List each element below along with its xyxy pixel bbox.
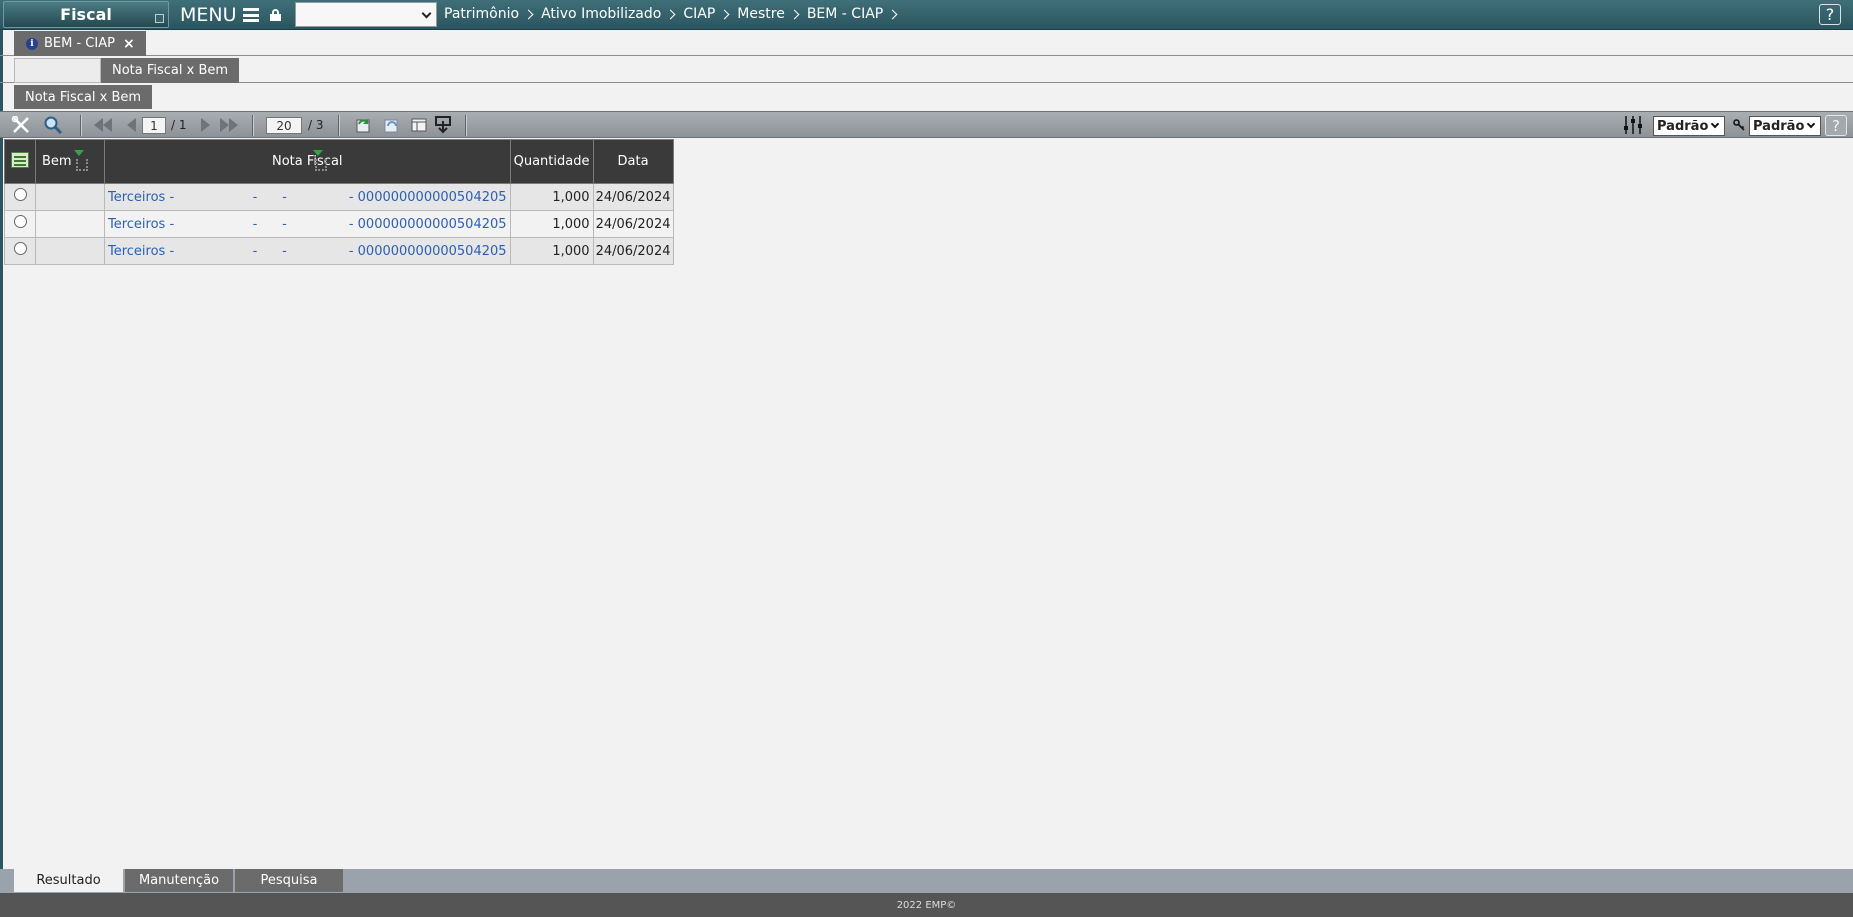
breadcrumb-item[interactable]: Patrimônio: [444, 6, 541, 22]
filter-select[interactable]: Padrão: [1749, 116, 1821, 136]
cell-quantidade: 1,000: [509, 183, 594, 211]
radio-button[interactable]: [13, 215, 27, 228]
tab-manutencao[interactable]: Manutenção: [125, 869, 233, 892]
cell-quantidade: 1,000: [509, 237, 594, 265]
footer-copyright: 2022 EMP©: [896, 899, 957, 911]
lock-icon[interactable]: [270, 9, 281, 21]
window-tab-label: BEM - CIAP: [44, 36, 115, 51]
cell-data: 24/06/2024: [592, 183, 674, 211]
chevron-right-icon: [789, 9, 800, 19]
section-tab[interactable]: Nota Fiscal x Bem: [14, 85, 152, 109]
toolbar-help-button[interactable]: ?: [1825, 115, 1847, 136]
cell-data: 24/06/2024: [592, 237, 674, 265]
previous-page-icon[interactable]: [120, 115, 142, 135]
column-header-quantidade[interactable]: Quantidade: [509, 139, 594, 184]
sort-filter-icon[interactable]: [313, 150, 327, 172]
tools-icon[interactable]: [10, 115, 32, 135]
settings-sliders-icon[interactable]: [1622, 115, 1644, 135]
bottom-tabs: Resultado Manutenção Pesquisa: [0, 869, 1853, 893]
grid-toolbar: 1 / 1 20 / 3 Padrão Padrão ?: [0, 111, 1853, 138]
table-row[interactable]: Terceiros - - - - 000000000000504205 1,0…: [4, 183, 674, 211]
window-tabs: i BEM - CIAP ×: [0, 31, 1853, 56]
window-tab-bem-ciap[interactable]: i BEM - CIAP ×: [14, 31, 146, 56]
undo-icon[interactable]: [380, 115, 402, 135]
column-header-nota-fiscal[interactable]: Nota Fiscal: [104, 139, 511, 184]
help-button[interactable]: ?: [1819, 4, 1841, 25]
radio-button[interactable]: [13, 242, 27, 255]
page-input[interactable]: 1: [142, 117, 166, 134]
hamburger-icon: [242, 8, 259, 22]
tab-pesquisa[interactable]: Pesquisa: [235, 869, 343, 892]
refresh-icon[interactable]: [352, 115, 374, 135]
menu-button[interactable]: MENU: [180, 3, 259, 27]
app-title-label: Fiscal: [60, 5, 112, 24]
radio-button[interactable]: [13, 188, 27, 201]
info-icon: i: [26, 37, 38, 50]
page-total: / 1: [171, 118, 187, 132]
sub-tabs: Nota Fiscal x Bem: [0, 57, 1853, 83]
toolbar-separator: [465, 115, 467, 136]
close-icon[interactable]: ×: [123, 36, 135, 52]
toolbar-separator: [252, 115, 254, 136]
breadcrumb-item[interactable]: CIAP: [683, 6, 737, 22]
top-bar: Fiscal MENU Patrimônio Ativo Imobilizado…: [0, 0, 1853, 30]
cell-bem: [35, 210, 105, 238]
sort-filter-icon[interactable]: [74, 150, 88, 172]
table-row[interactable]: Terceiros - - - - 000000000000504205 1,0…: [4, 237, 674, 265]
column-header-data[interactable]: Data: [592, 139, 674, 184]
breadcrumb-item[interactable]: BEM - CIAP: [807, 6, 905, 22]
search-icon[interactable]: [42, 115, 64, 135]
tab-resultado[interactable]: Resultado: [14, 869, 123, 892]
cell-nota-fiscal-link[interactable]: Terceiros - - - - 000000000000504205: [104, 210, 511, 238]
chevron-down-icon: [1710, 119, 1720, 129]
chevron-down-icon: [421, 8, 432, 19]
cell-bem: [35, 237, 105, 265]
left-border: [0, 30, 3, 893]
row-radio[interactable]: [4, 237, 36, 265]
export-icon[interactable]: [432, 115, 454, 135]
subtab-blank[interactable]: [14, 58, 101, 83]
footer: 2022 EMP©: [0, 893, 1853, 917]
results-grid: Bem Nota Fiscal Quantidade Data Terceiro…: [4, 139, 674, 265]
app-title[interactable]: Fiscal: [3, 1, 169, 28]
view-select[interactable]: Padrão: [1653, 116, 1725, 136]
table-row[interactable]: Terceiros - - - - 000000000000504205 1,0…: [4, 210, 674, 238]
cell-data: 24/06/2024: [592, 210, 674, 238]
layout-icon[interactable]: [408, 115, 430, 135]
breadcrumb-item[interactable]: Ativo Imobilizado: [541, 6, 683, 22]
chevron-down-icon: [1806, 119, 1816, 129]
cell-nota-fiscal-link[interactable]: Terceiros - - - - 000000000000504205: [104, 183, 511, 211]
toolbar-separator: [338, 115, 340, 136]
page-size-input[interactable]: 20: [266, 117, 302, 134]
breadcrumb: Patrimônio Ativo Imobilizado CIAP Mestre…: [444, 6, 905, 22]
breadcrumb-item[interactable]: Mestre: [737, 6, 807, 22]
chevron-right-icon: [523, 9, 534, 19]
cell-nota-fiscal-link[interactable]: Terceiros - - - - 000000000000504205: [104, 237, 511, 265]
cell-bem: [35, 183, 105, 211]
minimize-icon[interactable]: [155, 14, 164, 23]
module-select[interactable]: [295, 2, 437, 27]
chevron-right-icon: [887, 9, 898, 19]
column-selector-header[interactable]: [4, 139, 36, 184]
cell-quantidade: 1,000: [509, 210, 594, 238]
chevron-right-icon: [665, 9, 676, 19]
menu-label: MENU: [180, 4, 237, 26]
subtab-nota-fiscal-x-bem[interactable]: Nota Fiscal x Bem: [101, 58, 239, 83]
toolbar-separator: [80, 115, 82, 136]
row-radio[interactable]: [4, 183, 36, 211]
column-header-bem[interactable]: Bem: [35, 139, 105, 184]
last-page-icon[interactable]: [218, 115, 240, 135]
next-page-icon[interactable]: [194, 115, 216, 135]
first-page-icon[interactable]: [92, 115, 114, 135]
column-list-icon[interactable]: [11, 151, 29, 168]
key-icon: [1732, 115, 1746, 135]
chevron-right-icon: [719, 9, 730, 19]
records-total: / 3: [308, 118, 324, 132]
row-radio[interactable]: [4, 210, 36, 238]
